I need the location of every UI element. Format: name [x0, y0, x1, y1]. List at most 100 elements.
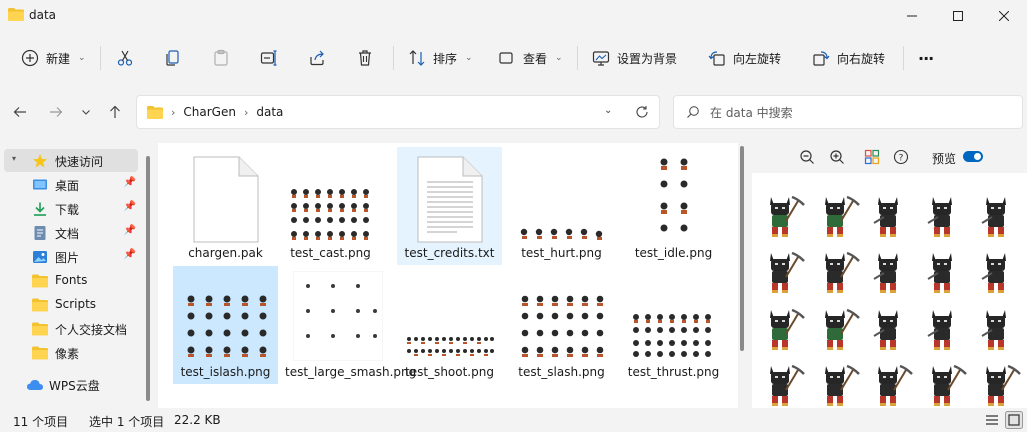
help-icon[interactable]: ?	[892, 148, 910, 166]
sidebar-item-wps-cloud[interactable]: WPS云盘	[4, 373, 138, 396]
sprite-sheet-thumbnail	[516, 290, 607, 360]
separator	[100, 46, 101, 70]
file-item[interactable]: test_cast.png	[278, 147, 383, 265]
back-button[interactable]	[8, 98, 32, 126]
details-view-icon[interactable]	[983, 411, 1001, 429]
paste-icon	[214, 49, 228, 66]
plus-circle-icon	[21, 49, 39, 67]
window-title: data	[29, 8, 57, 22]
sidebar-item-quick-access[interactable]: ▾ 快速访问	[4, 149, 138, 172]
file-item[interactable]: test_credits.txt	[397, 147, 502, 265]
search-box[interactable]: 在 data 中搜索	[673, 95, 1023, 129]
file-name: test_islash.png	[180, 365, 271, 379]
cut-button[interactable]	[115, 34, 135, 82]
preview-image	[752, 173, 1027, 408]
paste-button[interactable]	[211, 34, 231, 82]
folder-icon	[32, 298, 48, 312]
zoom-in-icon[interactable]	[828, 148, 846, 166]
chevron-down-icon[interactable]: ⌄	[604, 105, 612, 116]
sort-button[interactable]: 排序 ⌄	[407, 34, 473, 82]
folder-icon	[32, 322, 48, 336]
file-name: test_thrust.png	[627, 365, 720, 379]
arrow-left-icon	[13, 107, 26, 117]
pin-icon: 📌	[123, 225, 136, 236]
star-icon	[33, 154, 47, 168]
pin-icon: 📌	[123, 177, 136, 188]
sprite-strip-thumbnail	[404, 331, 495, 361]
copy-icon	[166, 50, 179, 66]
file-list: chargen.pak test_cast.png test_credits.t…	[158, 143, 738, 408]
preview-toggle[interactable]	[963, 151, 983, 162]
file-item[interactable]: chargen.pak	[173, 147, 278, 265]
sidebar-item-downloads[interactable]: 下载 📌	[4, 197, 138, 220]
breadcrumb-data[interactable]: data	[256, 105, 283, 119]
file-name: test_large_smash.png	[285, 365, 417, 379]
chevron-down-icon: ⌄	[78, 53, 86, 63]
sidebar-item-desktop[interactable]: 桌面 📌	[4, 173, 138, 196]
up-button[interactable]	[103, 98, 127, 126]
new-button[interactable]: 新建 ⌄	[20, 34, 86, 82]
copy-button[interactable]	[163, 34, 183, 82]
selection-count: 选中 1 个项目	[89, 415, 165, 429]
file-name: test_cast.png	[290, 246, 371, 260]
file-item[interactable]: test_islash.png	[173, 266, 278, 384]
file-list-scrollbar[interactable]	[740, 146, 744, 351]
file-item[interactable]: test_hurt.png	[509, 147, 614, 265]
sidebar-item-pixel[interactable]: 像素	[4, 341, 138, 364]
breadcrumb-chargen[interactable]: CharGen	[183, 105, 236, 119]
file-item[interactable]: test_slash.png	[509, 266, 614, 384]
file-name: test_idle.png	[634, 246, 713, 260]
folder-icon	[32, 346, 48, 360]
folder-icon	[32, 274, 48, 288]
fit-icon[interactable]	[863, 148, 881, 166]
sidebar-item-fonts[interactable]: Fonts	[4, 269, 138, 292]
file-item[interactable]: test_thrust.png	[621, 266, 726, 384]
file-item[interactable]: test_idle.png	[621, 147, 726, 265]
address-bar[interactable]: › CharGen › data ⌄	[136, 95, 660, 129]
maximize-icon[interactable]	[935, 0, 981, 32]
sprite-sheet-thumbnail	[628, 310, 719, 360]
zoom-out-icon[interactable]	[798, 148, 816, 166]
more-options-button[interactable]: ···	[918, 34, 934, 82]
new-label: 新建	[46, 51, 71, 66]
search-input[interactable]: 在 data 中搜索	[710, 104, 793, 121]
separator	[393, 46, 394, 70]
folder-icon	[147, 105, 163, 119]
rotate-left-button[interactable]: 向左旋转	[707, 34, 781, 82]
cut-icon	[117, 50, 133, 66]
svg-text:?: ?	[899, 154, 904, 164]
chevron-right-icon: ›	[243, 105, 249, 119]
sidebar-item-scripts[interactable]: Scripts	[4, 293, 138, 316]
rotate-right-button[interactable]: 向右旋转	[811, 34, 885, 82]
sprite-strip-thumbnail	[516, 225, 607, 242]
chevron-down-icon: ⌄	[465, 53, 473, 63]
delete-button[interactable]	[355, 34, 375, 82]
preview-toggle-label: 预览	[932, 152, 957, 166]
sidebar-item-pictures[interactable]: 图片 📌	[4, 245, 138, 268]
view-button[interactable]: 查看 ⌄	[497, 34, 563, 82]
minimize-icon[interactable]	[889, 0, 935, 32]
large-icons-view-icon[interactable]	[1005, 411, 1023, 429]
set-background-button[interactable]: 设置为背景	[591, 34, 677, 82]
file-item[interactable]: test_large_smash.png	[285, 266, 417, 384]
desktop-icon	[33, 179, 47, 190]
search-icon	[687, 106, 699, 118]
file-item[interactable]: test_shoot.png	[397, 266, 502, 384]
sort-label: 排序	[433, 51, 458, 66]
sort-icon	[409, 50, 425, 66]
chevron-down-icon[interactable]: ▾	[12, 154, 16, 163]
rotate-left-icon	[708, 51, 725, 66]
sidebar-item-documents[interactable]: 文档 📌	[4, 221, 138, 244]
share-button[interactable]	[307, 34, 327, 82]
chevron-right-icon: ›	[171, 105, 176, 119]
forward-button[interactable]	[44, 98, 68, 126]
sidebar-scrollbar[interactable]	[146, 156, 150, 401]
sidebar-item-handover-docs[interactable]: 个人交接文档	[4, 317, 138, 340]
rotate-right-label: 向右旋转	[837, 51, 886, 66]
arrow-right-icon	[50, 107, 63, 117]
recent-locations-button[interactable]	[74, 98, 98, 126]
close-icon[interactable]	[981, 0, 1027, 32]
rename-button[interactable]	[259, 34, 279, 82]
preview-toolbar: ? 预览	[752, 143, 1027, 171]
refresh-icon[interactable]	[635, 105, 649, 119]
